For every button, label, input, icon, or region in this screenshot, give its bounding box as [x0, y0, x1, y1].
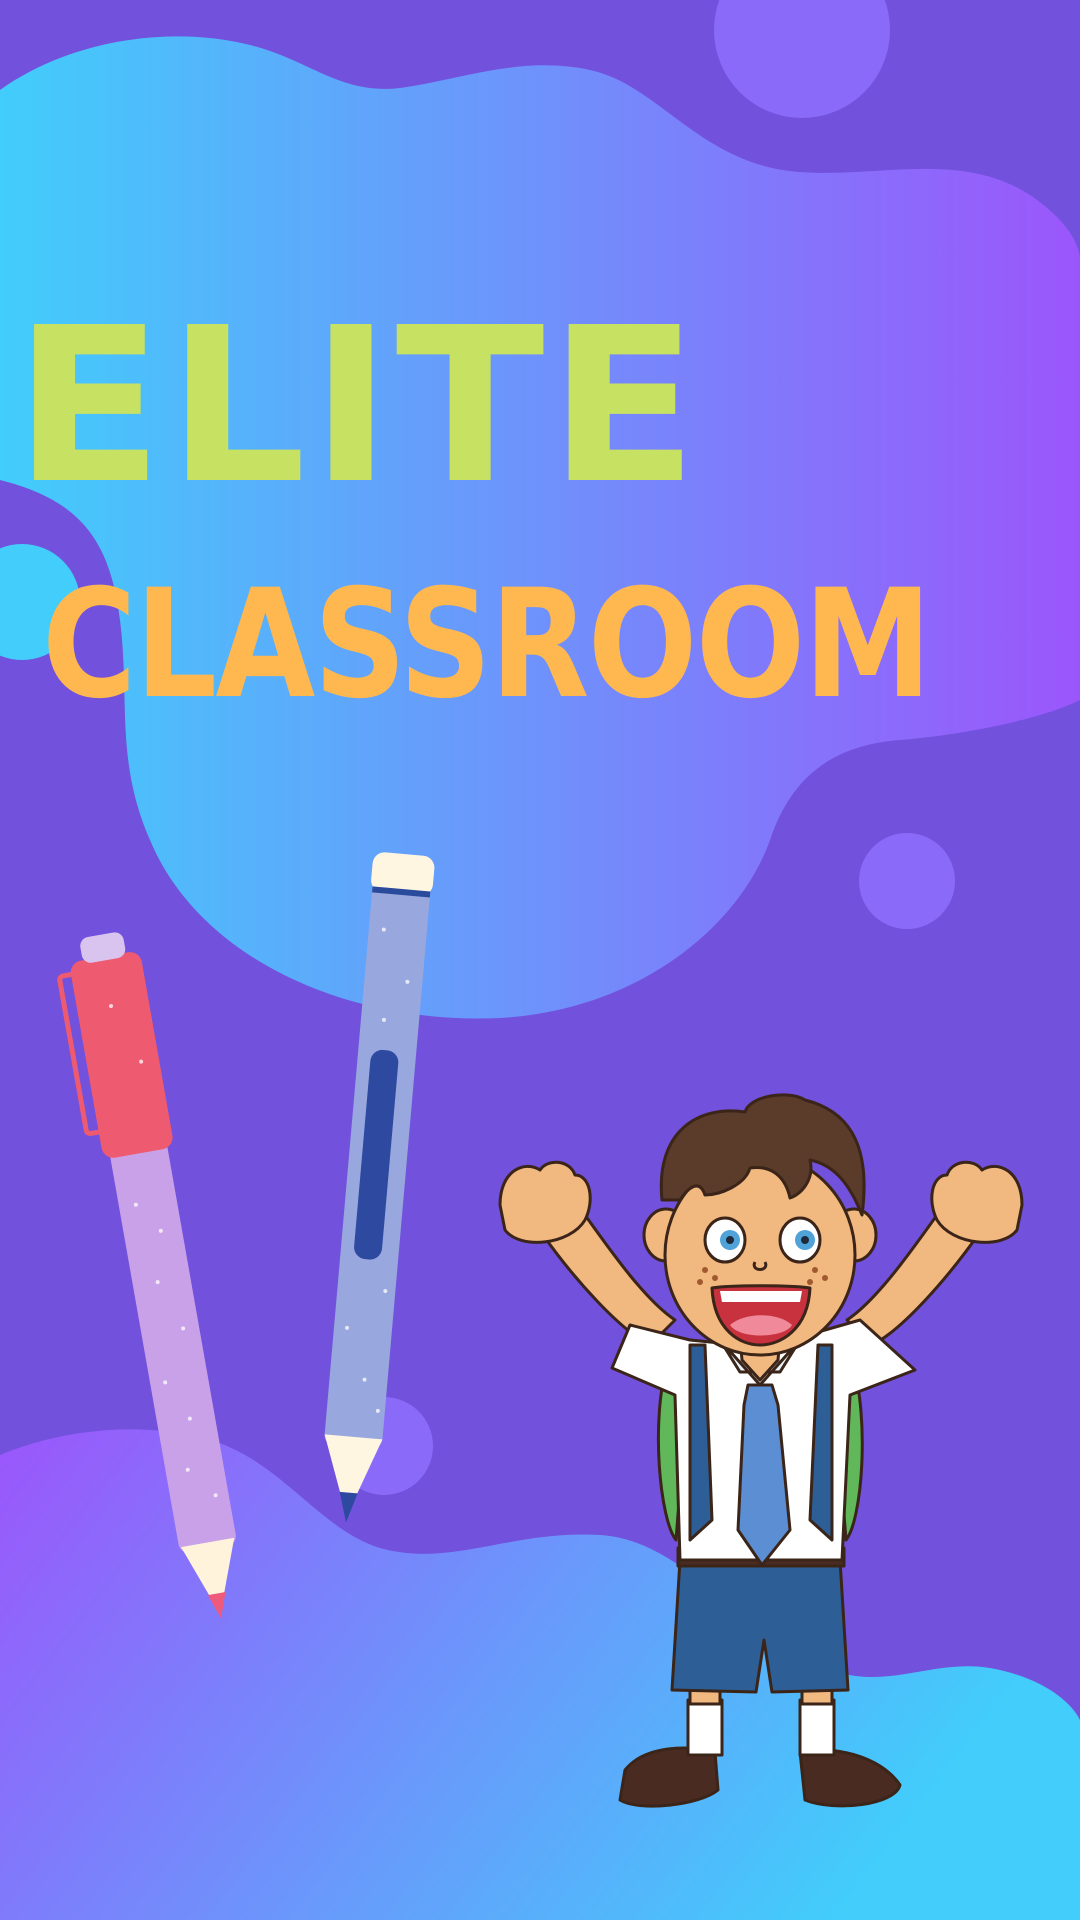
- decor-circle-top: [714, 0, 890, 118]
- poster: ELITE CLASSROOM: [0, 0, 1080, 1920]
- bottom-gradient-blob: [0, 1429, 1080, 1920]
- title-classroom: CLASSROOM: [42, 558, 932, 732]
- decor-circle-right: [859, 833, 955, 929]
- title-elite: ELITE: [14, 282, 702, 531]
